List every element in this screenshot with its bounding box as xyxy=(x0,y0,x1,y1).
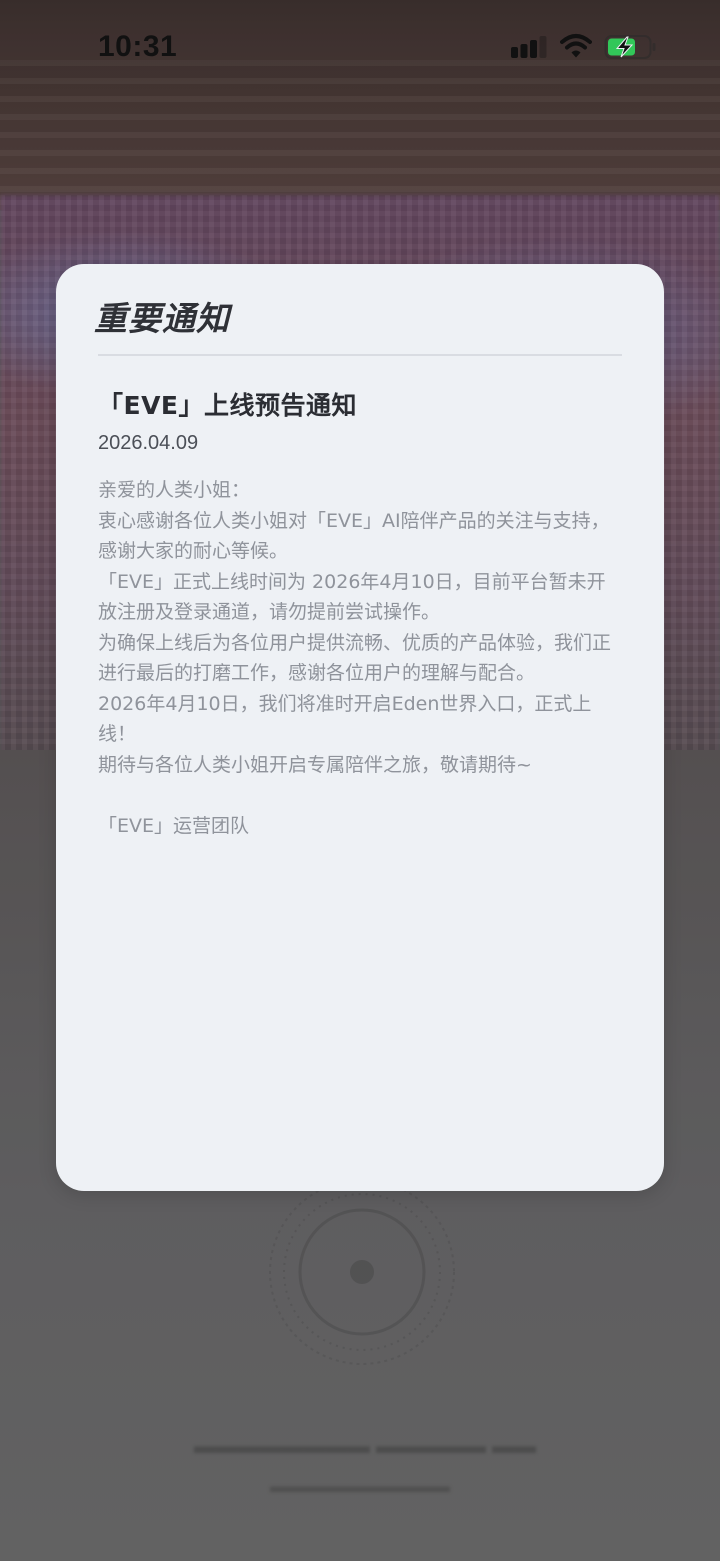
notice-signature: 「EVE」运营团队 xyxy=(98,814,250,837)
notice-paragraph: 为确保上线后为各位用户提供流畅、优质的产品体验，我们正进行最后的打磨工作，感谢各… xyxy=(98,631,612,685)
notice-paragraph: 2026年4月10日，我们将准时开启Eden世界入口，正式上线！ xyxy=(98,692,592,746)
notice-modal: 重要通知 「EVE」上线预告通知 2026.04.09 亲爱的人类小姐： 衷心感… xyxy=(56,264,664,1191)
notice-date: 2026.04.09 xyxy=(98,432,199,454)
modal-title: 重要通知 xyxy=(94,299,230,338)
battery-charging-icon xyxy=(604,35,656,59)
notice-paragraph: 衷心感谢各位人类小姐对「EVE」AI陪伴产品的关注与支持，感谢大家的耐心等候。 xyxy=(98,509,610,563)
notice-paragraph: 「EVE」正式上线时间为 2026年4月10日，目前平台暂未开放注册及登录通道，… xyxy=(98,570,606,624)
signal-icon xyxy=(511,36,547,58)
background-hint-text: ▬▬▬▬▬▬▬▬ ▬▬▬▬▬ ▬▬ xyxy=(193,1433,537,1458)
status-time: 10:31 xyxy=(98,30,178,63)
notice-heading: 「EVE」上线预告通知 xyxy=(98,391,358,420)
notice-paragraph: 亲爱的人类小姐： xyxy=(98,479,251,501)
notice-body: 亲爱的人类小姐： 衷心感谢各位人类小姐对「EVE」AI陪伴产品的关注与支持，感谢… xyxy=(98,475,624,841)
status-bar: 10:31 xyxy=(0,0,720,100)
wifi-icon xyxy=(560,34,592,58)
notice-paragraph: 期待与各位人类小姐开启专属陪伴之旅，敬请期待~ xyxy=(98,753,532,776)
background-hint-subtext: ▬▬▬▬▬▬▬▬▬▬ xyxy=(270,1476,450,1496)
voice-orb-icon xyxy=(269,1179,455,1365)
title-divider xyxy=(98,354,622,356)
